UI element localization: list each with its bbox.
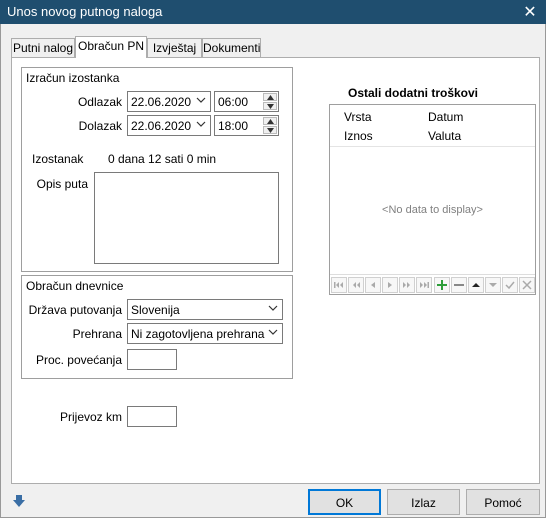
first-record-button[interactable]: [331, 277, 347, 293]
window-title: Unos novog putnog naloga: [7, 4, 163, 19]
grid-navigator: [330, 274, 535, 294]
next-icon: [388, 282, 392, 288]
dnevnice-group: Obračun dnevnice Država putovanja Sloven…: [21, 275, 293, 379]
move-up-button[interactable]: [468, 277, 484, 293]
spin-down-icon: [267, 104, 274, 109]
tab-izvjestaj[interactable]: Izvještaj: [147, 38, 202, 57]
odlazak-label: Odlazak: [77, 95, 122, 109]
drzava-label: Država putovanja: [28, 303, 122, 317]
troskovi-title: Ostali dodatni troškovi: [348, 86, 479, 100]
plus-icon: [437, 280, 447, 290]
move-down-button[interactable]: [485, 277, 501, 293]
last-icon: [420, 282, 429, 288]
cancel-edit-button[interactable]: [519, 277, 535, 293]
tab-label: Dokumenti: [203, 41, 261, 55]
chevron-down-icon[interactable]: [196, 95, 206, 105]
prijevoz-label: Prijevoz km: [59, 410, 122, 424]
spin-up-icon: [267, 119, 274, 124]
drzava-value: Slovenija: [131, 303, 180, 317]
tab-obracun-pn[interactable]: Obračun PN: [75, 36, 147, 58]
dolazak-time-value: 18:00: [218, 119, 249, 133]
odlazak-time-value: 06:00: [218, 95, 249, 109]
izlaz-button[interactable]: Izlaz: [387, 489, 460, 515]
prehrana-label: Prehrana: [72, 327, 122, 341]
arrow-down-icon[interactable]: [12, 494, 26, 508]
prehrana-value: Ni zagotovljena prehrana: [131, 327, 265, 341]
prijevoz-input[interactable]: [127, 406, 177, 427]
close-icon[interactable]: ✕: [522, 2, 538, 22]
x-icon: [522, 280, 532, 290]
window-titlebar: Unos novog putnog naloga ✕: [0, 0, 546, 24]
tab-panel-obracun: Izračun izostanka Odlazak 22.06.2020 06:…: [11, 57, 540, 484]
odlazak-date-field[interactable]: 22.06.2020: [127, 91, 211, 112]
izracun-group: Izračun izostanka Odlazak 22.06.2020 06:…: [21, 67, 293, 272]
next-page-button[interactable]: [399, 277, 415, 293]
spin-down-icon: [267, 128, 274, 133]
prehrana-select[interactable]: Ni zagotovljena prehrana: [127, 323, 283, 344]
column-header-valuta[interactable]: Valuta: [428, 129, 461, 143]
column-header-vrsta[interactable]: Vrsta: [344, 110, 372, 124]
dolazak-time-field[interactable]: 18:00: [214, 115, 279, 136]
time-spinner[interactable]: [263, 93, 277, 110]
izostanak-label: Izostanak: [32, 152, 84, 166]
tab-putni-nalog[interactable]: Putni nalog: [11, 38, 75, 57]
add-record-button[interactable]: [434, 277, 450, 293]
povecanja-label: Proc. povećanja: [35, 353, 122, 367]
tab-label: Putni nalog: [12, 41, 74, 55]
window-client: Putni nalog Obračun PN Izvještaj Dokumen…: [0, 24, 546, 518]
tab-dokumenti[interactable]: Dokumenti: [202, 38, 261, 57]
pomoc-button[interactable]: Pomoć: [466, 489, 540, 515]
povecanja-input[interactable]: [127, 349, 177, 370]
header-divider: [330, 146, 535, 147]
izracun-title: Izračun izostanka: [26, 71, 120, 85]
dolazak-date-field[interactable]: 22.06.2020: [127, 115, 211, 136]
time-spinner[interactable]: [263, 117, 277, 134]
chevron-down-icon[interactable]: [268, 303, 278, 313]
next-page-icon: [403, 282, 410, 288]
ok-button[interactable]: OK: [308, 489, 381, 515]
last-record-button[interactable]: [416, 277, 432, 293]
tab-label: Izvještaj: [152, 41, 197, 55]
izostanak-value: 0 dana 12 sati 0 min: [108, 152, 217, 166]
column-header-datum[interactable]: Datum: [428, 110, 463, 124]
odlazak-time-field[interactable]: 06:00: [214, 91, 279, 112]
triangle-up-icon: [472, 283, 480, 287]
chevron-down-icon[interactable]: [196, 119, 206, 129]
confirm-button[interactable]: [502, 277, 518, 293]
prev-page-icon: [353, 282, 360, 288]
drzava-select[interactable]: Slovenija: [127, 299, 283, 320]
checkmark-icon: [505, 281, 515, 290]
dolazak-date-value: 22.06.2020: [131, 119, 192, 133]
dnevnice-title: Obračun dnevnice: [26, 279, 124, 293]
prev-record-button[interactable]: [365, 277, 381, 293]
troskovi-grid[interactable]: Vrsta Datum Iznos Valuta <No data to dis…: [329, 104, 536, 295]
tab-label: Obračun PN: [77, 39, 145, 53]
prev-page-button[interactable]: [348, 277, 364, 293]
dolazak-label: Dolazak: [78, 119, 122, 133]
minus-icon: [454, 284, 464, 286]
next-record-button[interactable]: [382, 277, 398, 293]
column-header-iznos[interactable]: Iznos: [344, 129, 373, 143]
empty-grid-message: <No data to display>: [382, 204, 483, 216]
opis-label: Opis puta: [36, 177, 88, 191]
delete-record-button[interactable]: [451, 277, 467, 293]
odlazak-date-value: 22.06.2020: [131, 95, 192, 109]
triangle-down-icon: [489, 283, 497, 287]
prev-icon: [371, 282, 375, 288]
first-icon: [334, 282, 343, 288]
opis-textarea[interactable]: [94, 172, 279, 264]
spin-up-icon: [267, 95, 274, 100]
chevron-down-icon[interactable]: [268, 327, 278, 337]
